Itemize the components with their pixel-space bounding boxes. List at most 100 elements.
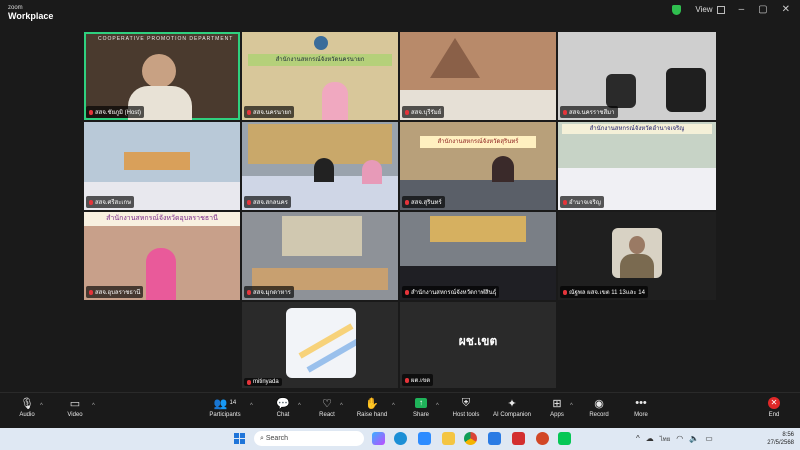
battery-icon[interactable]: ▭ <box>705 434 713 444</box>
participant-name: สสจ.นครราชสีมา <box>560 106 618 118</box>
video-tile[interactable]: mitinyada <box>242 302 398 388</box>
muted-mic-icon <box>563 109 567 115</box>
avatar <box>286 308 356 378</box>
host-tools-button[interactable]: ⛨ Host tools <box>450 397 482 419</box>
end-call-icon: ✕ <box>768 397 780 409</box>
participants-count: 14 <box>229 400 237 406</box>
search-placeholder: Search <box>265 435 289 442</box>
video-tile[interactable]: สำนักงานสหกรณ์จังหวัดสุรินทร์ สสจ.สุรินท… <box>400 122 556 210</box>
clock[interactable]: 8:56 27/5/2568 <box>767 431 794 447</box>
video-tile[interactable]: สสจ.สกลนคร <box>242 122 398 210</box>
taskbar-search-box[interactable]: ⌕ Search <box>254 431 364 446</box>
zoom-icon[interactable] <box>418 432 431 445</box>
react-options-chevron-icon[interactable]: ^ <box>340 403 343 409</box>
video-gallery: COOPERATIVE PROMOTION DEPARTMENT สสจ.ชัย… <box>0 22 800 392</box>
record-button[interactable]: ◉ Record <box>586 397 612 419</box>
video-tile[interactable]: สำนักงานสหกรณ์จังหวัดกาฬสินธุ์ <box>400 212 556 300</box>
person-silhouette <box>142 54 176 88</box>
store-icon[interactable] <box>488 432 501 445</box>
muted-mic-icon <box>247 109 251 115</box>
video-tile[interactable]: ผช.เขต ผต.เขต <box>400 302 556 388</box>
video-tile[interactable]: COOPERATIVE PROMOTION DEPARTMENT สสจ.ชัย… <box>84 32 240 120</box>
security-shield-icon[interactable] <box>672 4 682 15</box>
maximize-button[interactable]: ▢ <box>758 4 767 15</box>
video-tile[interactable]: สสจ.นครราชสีมา <box>558 32 716 120</box>
wall-banner <box>430 216 526 242</box>
apps-button[interactable]: ⊞ Apps <box>546 397 568 419</box>
clock-date: 27/5/2568 <box>767 440 794 446</box>
record-icon: ◉ <box>594 397 604 410</box>
participants-icon: 👥 14 <box>213 397 237 410</box>
ai-companion-button[interactable]: ✦ AI Companion <box>490 397 534 419</box>
chair-icon <box>666 68 706 112</box>
raise-hand-button[interactable]: ✋ Raise hand <box>356 397 388 419</box>
raise-hand-options-chevron-icon[interactable]: ^ <box>392 403 395 409</box>
share-button[interactable]: ↑ Share <box>410 397 432 418</box>
tile-banner: สำนักงานสหกรณ์จังหวัดอุบลราชธานี <box>84 212 240 226</box>
video-tile[interactable]: สำนักงานสหกรณ์จังหวัดอุบลราชธานี สสจ.อุบ… <box>84 212 240 300</box>
chevron-up-icon[interactable]: ^ <box>636 434 640 444</box>
participant-name: สสจ.ศรีสะเกษ <box>86 196 135 208</box>
video-tile[interactable]: ณัฐพล ผสจ.เขต 11 13และ 14 <box>558 212 716 300</box>
person-silhouette <box>322 82 348 120</box>
minimize-button[interactable]: – <box>739 4 745 15</box>
powerpoint-icon[interactable] <box>536 432 549 445</box>
title-bar: zoom Workplace View – ▢ ✕ <box>0 0 800 22</box>
participant-name: สสจ.สุรินทร์ <box>402 196 445 208</box>
zoom-logo: zoom Workplace <box>8 4 53 21</box>
chat-icon: 💬 <box>276 397 290 410</box>
raised-hand-icon: ✋ <box>365 397 379 410</box>
line-icon[interactable] <box>558 432 571 445</box>
chrome-icon[interactable] <box>464 432 477 445</box>
tile-banner: สำนักงานสหกรณ์จังหวัดสุรินทร์ <box>420 136 536 148</box>
wifi-icon[interactable]: ◠ <box>676 434 683 444</box>
muted-mic-icon <box>89 289 93 295</box>
meeting-toolbar: 🎙 Audio ^ ▭ Video ^ 👥 14 Participants ^ 💬… <box>0 392 800 429</box>
person-silhouette <box>492 156 514 182</box>
chat-button[interactable]: 💬 Chat <box>272 397 294 419</box>
language-indicator[interactable]: ไทย <box>660 434 671 444</box>
edge-icon[interactable] <box>394 432 407 445</box>
chat-options-chevron-icon[interactable]: ^ <box>298 403 301 409</box>
system-tray: ^ ☁ ไทย ◠ 🔈 ▭ <box>636 434 713 444</box>
video-tile[interactable]: สำนักงานสหกรณ์จังหวัดอำนาจเจริญ อำนาจเจร… <box>558 122 716 210</box>
video-tile[interactable]: สสจ.บุรีรัมย์ <box>400 32 556 120</box>
end-button[interactable]: ✕ End <box>764 397 784 418</box>
participant-name: สสจ.บุรีรัมย์ <box>402 106 445 118</box>
windows-start-icon[interactable] <box>234 433 245 444</box>
muted-mic-icon <box>89 199 93 205</box>
participant-name: สสจ.สกลนคร <box>244 196 291 208</box>
more-button[interactable]: ••• More <box>630 397 652 418</box>
video-tile[interactable]: สสจ.ศรีสะเกษ <box>84 122 240 210</box>
view-button[interactable]: View <box>695 5 725 14</box>
cloud-icon[interactable]: ☁ <box>646 434 654 444</box>
react-button[interactable]: ♡ React <box>316 397 338 419</box>
person-silhouette <box>362 160 382 184</box>
muted-mic-icon <box>405 199 409 205</box>
camera-icon: ▭ <box>69 397 81 410</box>
participant-name: สสจ.นครนายก <box>244 106 295 118</box>
video-tile[interactable]: สำนักงานสหกรณ์จังหวัดนครนายก สสจ.นครนายก <box>242 32 398 120</box>
video-tile[interactable]: สสจ.มุกดาหาร <box>242 212 398 300</box>
muted-mic-icon <box>405 109 409 115</box>
share-options-chevron-icon[interactable]: ^ <box>436 403 439 409</box>
participant-name: สสจ.อุบลราชธานี <box>86 286 144 298</box>
apps-options-chevron-icon[interactable]: ^ <box>570 403 573 409</box>
muted-mic-icon <box>89 109 93 115</box>
more-dots-icon: ••• <box>635 397 647 409</box>
participant-name: สสจ.มุกดาหาร <box>244 286 294 298</box>
close-window-button[interactable]: ✕ <box>782 4 790 15</box>
video-button[interactable]: ▭ Video <box>64 397 86 419</box>
speaker-icon[interactable]: 🔈 <box>689 434 699 444</box>
pdf-icon[interactable] <box>512 432 525 445</box>
apps-icon: ⊞ <box>552 397 562 410</box>
temple-picture <box>430 38 480 78</box>
copilot-icon[interactable] <box>372 432 385 445</box>
participants-button[interactable]: 👥 14 Participants <box>208 397 242 419</box>
audio-button[interactable]: 🎙 Audio <box>16 397 38 419</box>
participants-options-chevron-icon[interactable]: ^ <box>250 403 253 409</box>
video-options-chevron-icon[interactable]: ^ <box>92 403 95 409</box>
audio-options-chevron-icon[interactable]: ^ <box>40 403 43 409</box>
file-explorer-icon[interactable] <box>442 432 455 445</box>
person-silhouette <box>314 158 334 182</box>
